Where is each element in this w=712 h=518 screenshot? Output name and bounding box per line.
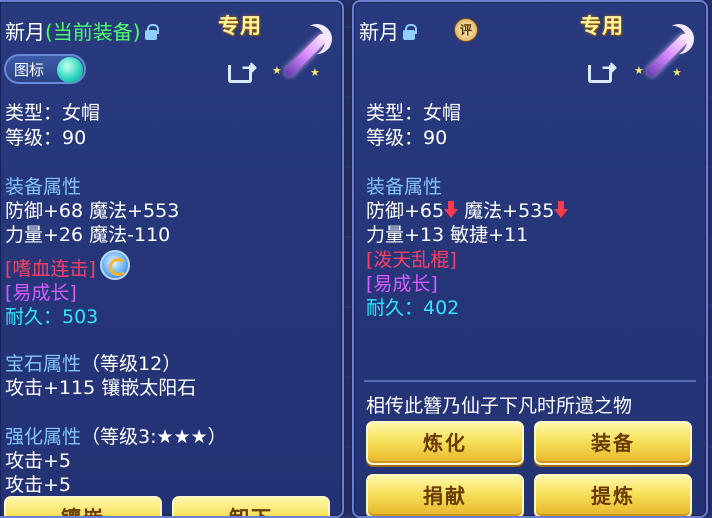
exclusive-label: 专用 (580, 14, 624, 38)
item-title: 新月(当前装备) (5, 16, 159, 45)
item-title: 新月 (359, 16, 417, 45)
item-name: 新月 (5, 20, 45, 44)
arrow-down-icon (444, 201, 459, 219)
donate-button[interactable]: 捐献 (366, 474, 524, 516)
refine-button[interactable]: 炼化 (366, 421, 524, 465)
gem-attr-line: 攻击+115 镶嵌太阳石 (5, 377, 197, 399)
attr-magic: 魔法+535 (464, 200, 555, 222)
gem-badge-icon (100, 250, 130, 280)
enhance-attr-header: 强化属性 (5, 426, 82, 448)
enhance-line-1: 攻击+5 (5, 450, 72, 472)
exclusive-label: 专用 (218, 14, 262, 38)
special-skill: [泼天乱棍] (366, 249, 457, 271)
item-name: 新月 (359, 20, 399, 44)
item-level: 等级：90 (5, 127, 87, 149)
icon-toggle-label: 图标 (14, 61, 45, 79)
gem-attr-row: 宝石属性（等级12） (5, 352, 181, 376)
enhance-line-2: 攻击+5 (5, 474, 72, 496)
attr-line-1: 防御+68 魔法+553 (5, 200, 180, 222)
share-icon[interactable]: ➜ (588, 57, 618, 83)
trait: [易成长] (366, 273, 438, 295)
share-icon[interactable]: ➜ (228, 57, 258, 83)
weapon-icon: ★ ★ (632, 24, 692, 84)
compare-equipment-panel: 新月 评 专用 ★ ★ ➜ 类型：女帽 等级：90 装备属性 防御+65 魔法+5… (352, 0, 708, 518)
special-skill: [嗜血连击] (5, 258, 96, 280)
enhance-attr-row: 强化属性（等级3:★★★） (5, 425, 227, 449)
trait: [易成长] (5, 282, 77, 304)
inlay-button[interactable]: 镶嵌 (4, 496, 162, 516)
attr-line-2: 力量+26 魔法-110 (5, 224, 171, 246)
attr-line-1: 防御+65 魔法+535 (366, 199, 569, 223)
attr-defense: 防御+65 (366, 200, 445, 222)
item-type: 类型：女帽 (366, 102, 462, 124)
item-level: 等级：90 (366, 127, 448, 149)
attr-line-2: 力量+13 敏捷+11 (366, 224, 529, 246)
enhance-level: （等级3:★★★） (81, 426, 227, 448)
toggle-knob (57, 57, 83, 83)
durability: 耐久：402 (366, 297, 460, 319)
current-equipment-panel: 新月(当前装备) 专用 ★ ★ ➜ 图标 类型：女帽 等级：90 装备属性 防御+… (0, 0, 344, 518)
unequip-button[interactable]: 卸下 (172, 496, 330, 516)
divider (364, 380, 696, 382)
gem-attr-header: 宝石属性 (5, 353, 82, 375)
arrow-down-icon (554, 201, 569, 219)
item-lore: 相传此簪乃仙子下凡时所遗之物 (366, 395, 633, 417)
durability: 耐久：503 (5, 306, 99, 328)
gem-level: （等级12） (81, 353, 182, 375)
item-type: 类型：女帽 (5, 102, 101, 124)
equip-attr-header: 装备属性 (366, 176, 443, 198)
icon-toggle[interactable]: 图标 (4, 54, 86, 84)
weapon-icon: ★ ★ (270, 24, 330, 84)
lock-icon (144, 24, 159, 40)
rating-badge[interactable]: 评 (454, 18, 478, 42)
lock-icon (403, 24, 417, 40)
equip-button[interactable]: 装备 (534, 421, 692, 465)
extract-button[interactable]: 提炼 (534, 474, 692, 516)
equip-attr-header: 装备属性 (5, 176, 82, 198)
current-equipped-tag: (当前装备) (45, 20, 141, 44)
